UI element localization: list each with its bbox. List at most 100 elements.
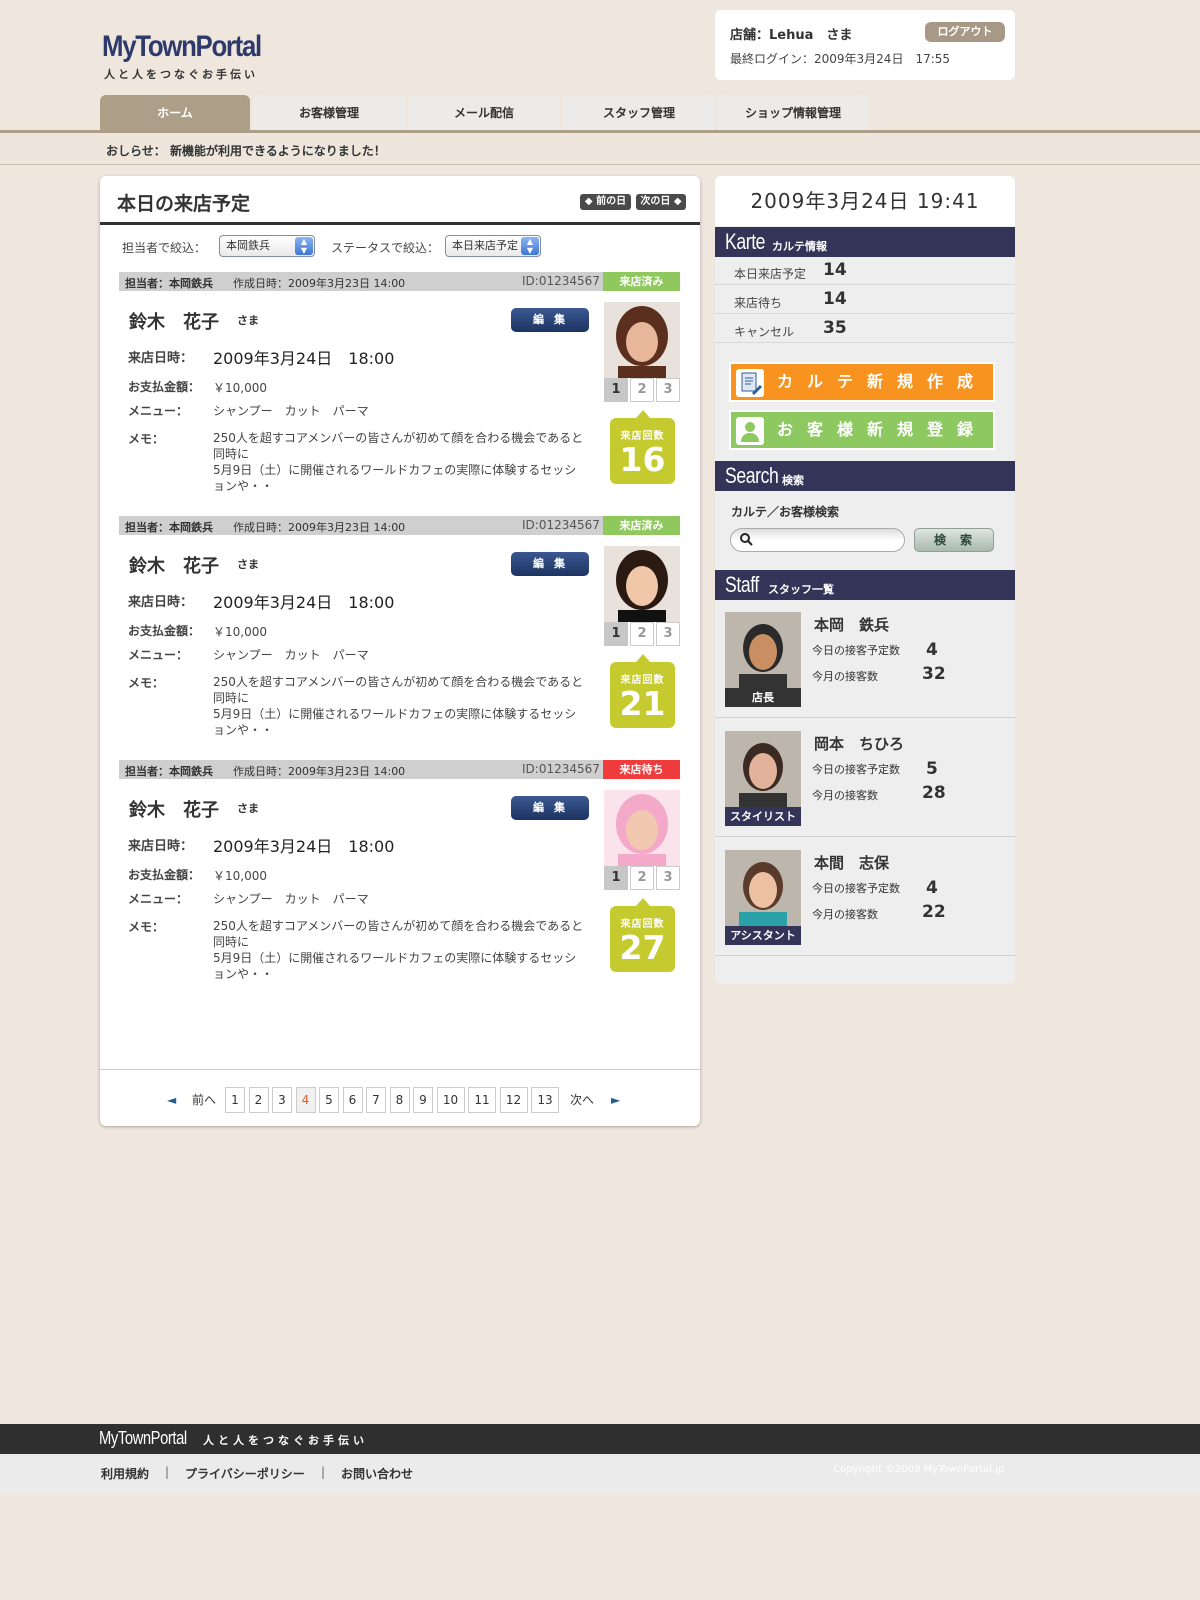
edit-button[interactable]: 編集 — [511, 552, 589, 576]
notice-label: おしらせ： — [106, 144, 166, 158]
visit-count-value: 27 — [619, 928, 666, 967]
page-link[interactable]: 6 — [342, 1087, 363, 1113]
staff-item[interactable]: 店長 本岡 鉄兵 今日の接客予定数 4 今月の接客数 32 — [715, 600, 1015, 718]
footer-link-contact[interactable]: お問い合わせ — [341, 1465, 413, 1482]
menu-label: メニュー： — [128, 648, 189, 662]
visit-date-label: 来店日時： — [128, 839, 194, 854]
appointment-card: 担当者：本岡鉄兵 作成日時：2009年3月23日 14:00 ID:012345… — [119, 760, 680, 1000]
footer-links: 利用規約 | プライバシーポリシー | お問い合わせ Copyright ©20… — [0, 1454, 1200, 1494]
search-title: Search — [725, 463, 779, 488]
amount-label: お支払金額： — [128, 868, 201, 882]
page-title: 本日の来店予定 — [117, 193, 251, 215]
page-link[interactable]: 9 — [413, 1087, 433, 1113]
card-staff: 担当者：本岡鉄兵 — [125, 765, 213, 778]
new-karte-button[interactable]: カルテ新規作成 — [729, 362, 995, 402]
staff-name[interactable]: 本間 志保 — [814, 852, 889, 873]
karte-row-value: 14 — [823, 260, 847, 280]
document-icon — [736, 369, 764, 397]
new-customer-button[interactable]: お客様新規登録 — [729, 410, 995, 450]
photo-pager: 1 2 3 — [604, 378, 680, 402]
page-link[interactable]: 1 — [225, 1087, 245, 1113]
karte-row-value: 14 — [823, 289, 847, 309]
menu-label: メニュー： — [128, 892, 189, 906]
customer-photo[interactable] — [604, 302, 680, 378]
appointment-card: 担当者：本岡鉄兵 作成日時：2009年3月23日 14:00 ID:012345… — [119, 516, 680, 756]
next-arrow-icon[interactable]: ► — [611, 1087, 620, 1113]
page-link[interactable]: 12 — [499, 1087, 528, 1113]
notice-text[interactable]: 新機能が利用できるようになりました！ — [170, 142, 386, 159]
edit-button[interactable]: 編集 — [511, 796, 589, 820]
staff-item[interactable]: スタイリスト 岡本 ちひろ 今日の接客予定数 5 今月の接客数 28 — [715, 719, 1015, 837]
filter-staff-select[interactable]: 本岡鉄兵 ▲ ▼ — [219, 235, 315, 257]
edit-button[interactable]: 編集 — [511, 308, 589, 332]
karte-row-waiting[interactable]: 来店待ち 14 — [715, 286, 1015, 314]
staff-name[interactable]: 本岡 鉄兵 — [814, 614, 889, 635]
staff-today-label: 今日の接客予定数 — [812, 644, 900, 657]
page-link[interactable]: 13 — [531, 1087, 559, 1113]
photo-page-button[interactable]: 1 — [604, 866, 628, 890]
menu-value: シャンプー カット パーマ — [213, 648, 369, 662]
photo-page-button[interactable]: 3 — [656, 378, 680, 402]
filter-staff-label: 担当者で絞込： — [122, 241, 207, 255]
page-link[interactable]: 2 — [248, 1087, 269, 1113]
staff-today-value: 4 — [926, 640, 938, 660]
staff-photo — [725, 612, 801, 688]
menu-value: シャンプー カット パーマ — [213, 892, 369, 906]
footer-link-privacy[interactable]: プライバシーポリシー — [185, 1465, 305, 1482]
customer-photo[interactable] — [604, 546, 680, 622]
filter-status-select[interactable]: 本日来店予定 ▲ ▼ — [445, 235, 541, 257]
staff-name[interactable]: 岡本 ちひろ — [814, 733, 904, 754]
amount-value: ￥10,000 — [213, 869, 267, 883]
tab-staff[interactable]: スタッフ管理 — [563, 95, 715, 131]
staff-role-badge: 店長 — [725, 688, 801, 707]
memo-label: メモ： — [128, 676, 165, 690]
page-link[interactable]: 4 — [295, 1087, 316, 1113]
photo-page-button[interactable]: 3 — [656, 622, 680, 646]
status-badge: 来店済み — [603, 272, 680, 291]
prev-page-link[interactable]: 前へ — [192, 1087, 216, 1113]
karte-row-label: 本日来店予定 — [734, 267, 807, 281]
page-link[interactable]: 11 — [468, 1087, 496, 1113]
karte-row-scheduled[interactable]: 本日来店予定 14 — [715, 257, 1015, 285]
page-link[interactable]: 10 — [436, 1087, 465, 1113]
photo-page-button[interactable]: 1 — [604, 378, 628, 402]
customer-name[interactable]: 鈴木 花子 — [129, 308, 219, 334]
appointment-card: 担当者：本岡鉄兵 作成日時：2009年3月23日 14:00 ID:012345… — [119, 272, 680, 512]
page-link[interactable]: 8 — [389, 1087, 410, 1113]
prev-day-button[interactable]: ◆ 前の日 — [580, 194, 631, 210]
photo-page-button[interactable]: 1 — [604, 622, 628, 646]
customer-name[interactable]: 鈴木 花子 — [129, 552, 219, 578]
page-link[interactable]: 5 — [319, 1087, 339, 1113]
photo-page-button[interactable]: 3 — [656, 866, 680, 890]
logout-button[interactable]: ログアウト — [925, 22, 1005, 42]
page-link[interactable]: 3 — [272, 1087, 292, 1113]
search-input[interactable] — [730, 528, 905, 552]
staff-item[interactable]: アシスタント 本間 志保 今日の接客予定数 4 今月の接客数 22 — [715, 838, 1015, 956]
search-label: カルテ／お客様検索 — [731, 505, 840, 519]
tab-customers[interactable]: お客様管理 — [253, 95, 405, 131]
karte-row-value: 35 — [823, 318, 847, 338]
next-page-link[interactable]: 次へ — [570, 1087, 594, 1113]
tab-home[interactable]: ホーム — [100, 95, 250, 131]
tab-mail[interactable]: メール配信 — [408, 95, 560, 131]
photo-pager: 1 2 3 — [604, 866, 680, 890]
footer-logo[interactable]: MyTownPortal — [99, 1428, 187, 1449]
status-badge: 来店待ち — [603, 760, 680, 779]
customer-photo[interactable] — [604, 790, 680, 866]
prev-arrow-icon[interactable]: ◄ — [167, 1087, 176, 1113]
karte-row-cancel[interactable]: キャンセル 35 — [715, 315, 1015, 343]
card-id: ID:01234567 — [522, 762, 600, 776]
site-logo[interactable]: MyTownPortal — [102, 30, 262, 64]
memo-value: 250人を超すコアメンバーの皆さんが初めて顔を合わる機会であると同時に 5月9日… — [213, 675, 584, 737]
amount-label: お支払金額： — [128, 380, 201, 394]
customer-name[interactable]: 鈴木 花子 — [129, 796, 219, 822]
photo-page-button[interactable]: 2 — [630, 622, 654, 646]
search-button[interactable]: 検索 — [914, 528, 994, 552]
tab-shop-info[interactable]: ショップ情報管理 — [718, 95, 868, 131]
next-day-button[interactable]: 次の日 ◆ — [636, 194, 686, 210]
photo-page-button[interactable]: 2 — [630, 866, 654, 890]
page-link[interactable]: 7 — [366, 1087, 386, 1113]
footer-link-terms[interactable]: 利用規約 — [101, 1465, 149, 1482]
last-login: 最終ログイン：2009年3月24日 17:55 — [730, 52, 951, 66]
photo-page-button[interactable]: 2 — [630, 378, 654, 402]
